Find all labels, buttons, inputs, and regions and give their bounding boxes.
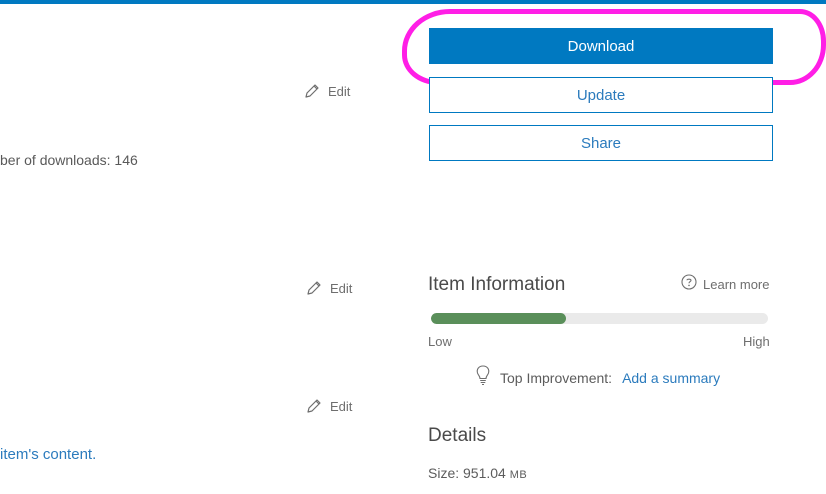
top-accent-bar [0, 0, 826, 4]
details-size: Size: 951.04 MB [428, 465, 527, 481]
share-button[interactable]: Share [429, 125, 773, 161]
add-summary-link[interactable]: Add a summary [622, 370, 720, 386]
pencil-icon [306, 280, 322, 296]
edit-link-1[interactable]: Edit [304, 83, 350, 99]
top-improvement-label: Top Improvement: [500, 369, 613, 386]
size-value: Size: 951.04 [428, 465, 506, 481]
edit-link-3[interactable]: Edit [306, 398, 352, 414]
download-button[interactable]: Download [429, 28, 773, 64]
pencil-icon [306, 398, 322, 414]
downloads-count-text: ber of downloads: 146 [0, 152, 138, 168]
high-label: High [743, 334, 770, 349]
learn-more-label: Learn more [703, 277, 770, 292]
details-title: Details [428, 425, 487, 446]
top-improvement: Top Improvement: Add a summary [474, 364, 720, 391]
lightbulb-icon [474, 364, 492, 391]
progress-fill [431, 313, 566, 324]
low-label: Low [428, 334, 452, 349]
learn-more-link[interactable]: Learn more [681, 274, 769, 295]
item-information-progress [431, 313, 768, 324]
item-information-title: Item Information [428, 274, 566, 295]
edit-label: Edit [330, 280, 353, 296]
edit-label: Edit [328, 83, 351, 99]
pencil-icon [304, 83, 320, 99]
edit-label: Edit [330, 398, 353, 414]
item-content-link[interactable]: item's content. [0, 446, 96, 463]
edit-link-2[interactable]: Edit [306, 280, 352, 296]
size-unit: MB [509, 469, 528, 481]
update-button[interactable]: Update [429, 77, 773, 113]
question-circle-icon [681, 274, 697, 295]
